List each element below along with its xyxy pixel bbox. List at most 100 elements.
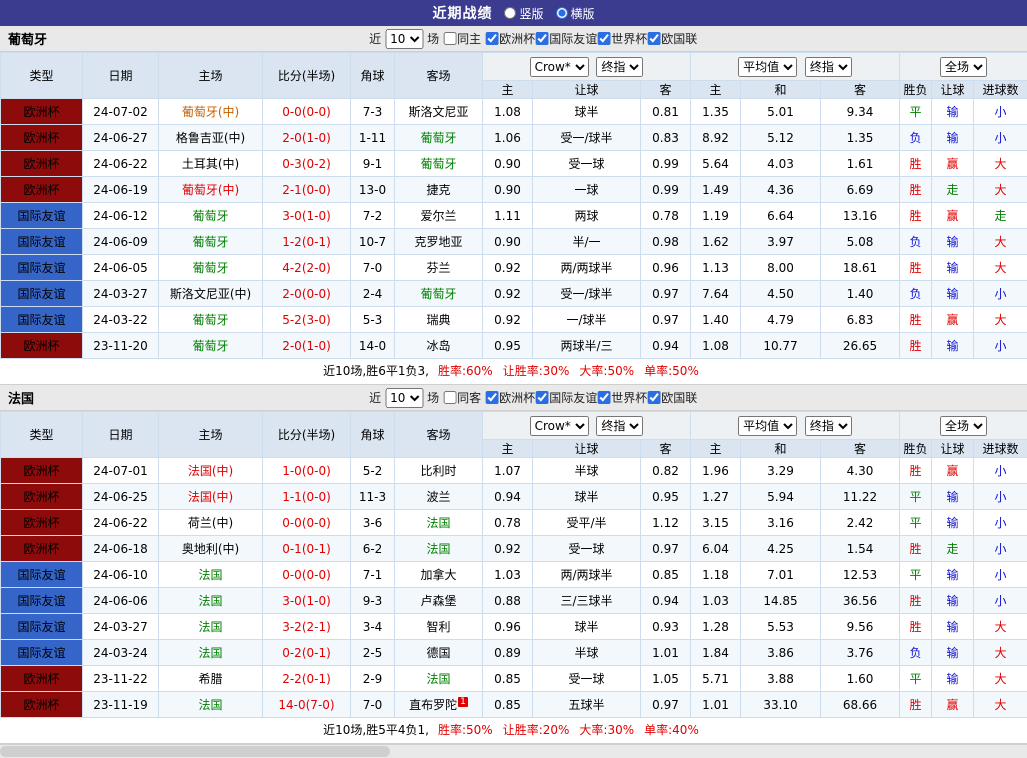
table-header-row-1: 类型 日期 主场 比分(半场) 角球 客场 Crow* 终指 平均值 终指 (1, 53, 1027, 81)
euro-average-select[interactable]: 平均值 (738, 416, 797, 436)
summary-stat: 让胜率:30% (503, 364, 570, 378)
match-date: 24-06-09 (83, 229, 159, 255)
competition-checkbox-input[interactable] (535, 32, 548, 45)
competition-type-cell: 欧洲杯 (1, 333, 83, 359)
asian-home-odds: 0.88 (483, 588, 533, 614)
match-date: 23-11-20 (83, 333, 159, 359)
asian-handicap: 球半 (533, 614, 641, 640)
match-date: 23-11-19 (83, 692, 159, 718)
euro-away-odds: 26.65 (821, 333, 900, 359)
result-winlose: 胜 (900, 333, 932, 359)
same-venue-checkbox[interactable]: 同主 (443, 30, 481, 47)
result-winlose: 负 (900, 125, 932, 151)
summary-stat: 让胜率:20% (503, 723, 570, 737)
same-venue-checkbox[interactable]: 同客 (443, 389, 481, 406)
competition-checkbox-input[interactable] (535, 391, 548, 404)
competition-checkbox[interactable]: 国际友谊 (535, 30, 597, 47)
competition-checkbox[interactable]: 世界杯 (597, 389, 647, 406)
corner-stat: 7-2 (351, 203, 395, 229)
euro-draw-odds: 4.50 (741, 281, 821, 307)
competition-checkbox-input[interactable] (647, 32, 660, 45)
result-goals: 大 (974, 255, 1027, 281)
euro-home-odds: 7.64 (691, 281, 741, 307)
result-goals: 小 (974, 125, 1027, 151)
result-goals: 小 (974, 333, 1027, 359)
euro-home-odds: 1.01 (691, 692, 741, 718)
result-goals: 小 (974, 458, 1027, 484)
euro-home-odds: 1.27 (691, 484, 741, 510)
horizontal-scrollbar-thumb[interactable] (0, 746, 390, 757)
team-name: 葡萄牙 (8, 29, 47, 48)
team-section: 葡萄牙 近 10 场 同主 欧洲杯国际友谊世界杯欧国联 (0, 26, 1027, 385)
competition-checkbox[interactable]: 国际友谊 (535, 389, 597, 406)
competition-checkbox[interactable]: 世界杯 (597, 30, 647, 47)
asian-odds-stage-select[interactable]: 终指 (596, 416, 643, 436)
competition-checkbox-input[interactable] (647, 391, 660, 404)
asian-handicap: 两球半/三 (533, 333, 641, 359)
layout-radio-vertical[interactable]: 竖版 (504, 5, 543, 22)
asian-bookmaker-select[interactable]: Crow* (530, 57, 589, 77)
competition-checkbox-input[interactable] (597, 391, 610, 404)
summary-stat: 大率:30% (579, 723, 634, 737)
summary-stat: 大率:50% (579, 364, 634, 378)
summary-stat: 单率:40% (644, 723, 699, 737)
euro-draw-odds: 6.64 (741, 203, 821, 229)
col-home: 主场 (159, 412, 263, 458)
home-team: 法国 (159, 588, 263, 614)
result-goals: 大 (974, 640, 1027, 666)
euro-draw-odds: 3.97 (741, 229, 821, 255)
subcol-asian-away: 客 (641, 81, 691, 99)
home-team: 法国 (159, 562, 263, 588)
away-team: 法国 (395, 536, 483, 562)
recent-count-select[interactable]: 10 (385, 388, 423, 408)
result-handicap: 赢 (932, 203, 974, 229)
competition-type-cell: 欧洲杯 (1, 536, 83, 562)
away-team: 克罗地亚 (395, 229, 483, 255)
match-date: 23-11-22 (83, 666, 159, 692)
euro-draw-odds: 4.25 (741, 536, 821, 562)
competition-checkbox-input[interactable] (485, 32, 498, 45)
euro-odds-stage-select[interactable]: 终指 (805, 416, 852, 436)
same-venue-checkbox-input[interactable] (443, 391, 456, 404)
horizontal-scrollbar[interactable] (0, 744, 1027, 758)
asian-handicap: 受一球 (533, 666, 641, 692)
corner-stat: 6-2 (351, 536, 395, 562)
score: 0-1(0-1) (263, 536, 351, 562)
euro-away-odds: 3.76 (821, 640, 900, 666)
competition-checkbox[interactable]: 欧洲杯 (485, 30, 535, 47)
scope-select[interactable]: 全场 (940, 57, 987, 77)
competition-type-cell: 欧洲杯 (1, 177, 83, 203)
asian-odds-stage-select[interactable]: 终指 (596, 57, 643, 77)
recent-count-select[interactable]: 10 (385, 29, 423, 49)
competition-checkbox[interactable]: 欧国联 (647, 389, 697, 406)
match-row: 欧洲杯24-06-19葡萄牙(中)2-1(0-0)13-0捷克0.90一球0.9… (1, 177, 1027, 203)
layout-radio-horizontal[interactable]: 横版 (556, 5, 595, 22)
layout-radio-horizontal-input[interactable] (556, 7, 568, 19)
topbar: 近期战绩 竖版 横版 (0, 0, 1027, 26)
euro-away-odds: 9.56 (821, 614, 900, 640)
same-venue-checkbox-input[interactable] (443, 32, 456, 45)
scope-select[interactable]: 全场 (940, 416, 987, 436)
asian-handicap: 两球 (533, 203, 641, 229)
match-date: 24-03-27 (83, 281, 159, 307)
col-corner: 角球 (351, 53, 395, 99)
result-handicap: 走 (932, 177, 974, 203)
euro-odds-stage-select[interactable]: 终指 (805, 57, 852, 77)
competition-checkbox[interactable]: 欧国联 (647, 30, 697, 47)
euro-home-odds: 1.18 (691, 562, 741, 588)
euro-draw-odds: 7.01 (741, 562, 821, 588)
layout-radio-vertical-input[interactable] (504, 7, 516, 19)
euro-away-odds: 6.83 (821, 307, 900, 333)
result-winlose: 胜 (900, 151, 932, 177)
competition-label: 欧国联 (661, 30, 697, 47)
asian-handicap: 半球 (533, 640, 641, 666)
score: 3-0(1-0) (263, 588, 351, 614)
euro-average-select[interactable]: 平均值 (738, 57, 797, 77)
asian-bookmaker-select[interactable]: Crow* (530, 416, 589, 436)
competition-checkbox-input[interactable] (485, 391, 498, 404)
result-handicap: 输 (932, 281, 974, 307)
home-team: 法国 (159, 640, 263, 666)
euro-home-odds: 1.08 (691, 333, 741, 359)
competition-checkbox-input[interactable] (597, 32, 610, 45)
competition-checkbox[interactable]: 欧洲杯 (485, 389, 535, 406)
